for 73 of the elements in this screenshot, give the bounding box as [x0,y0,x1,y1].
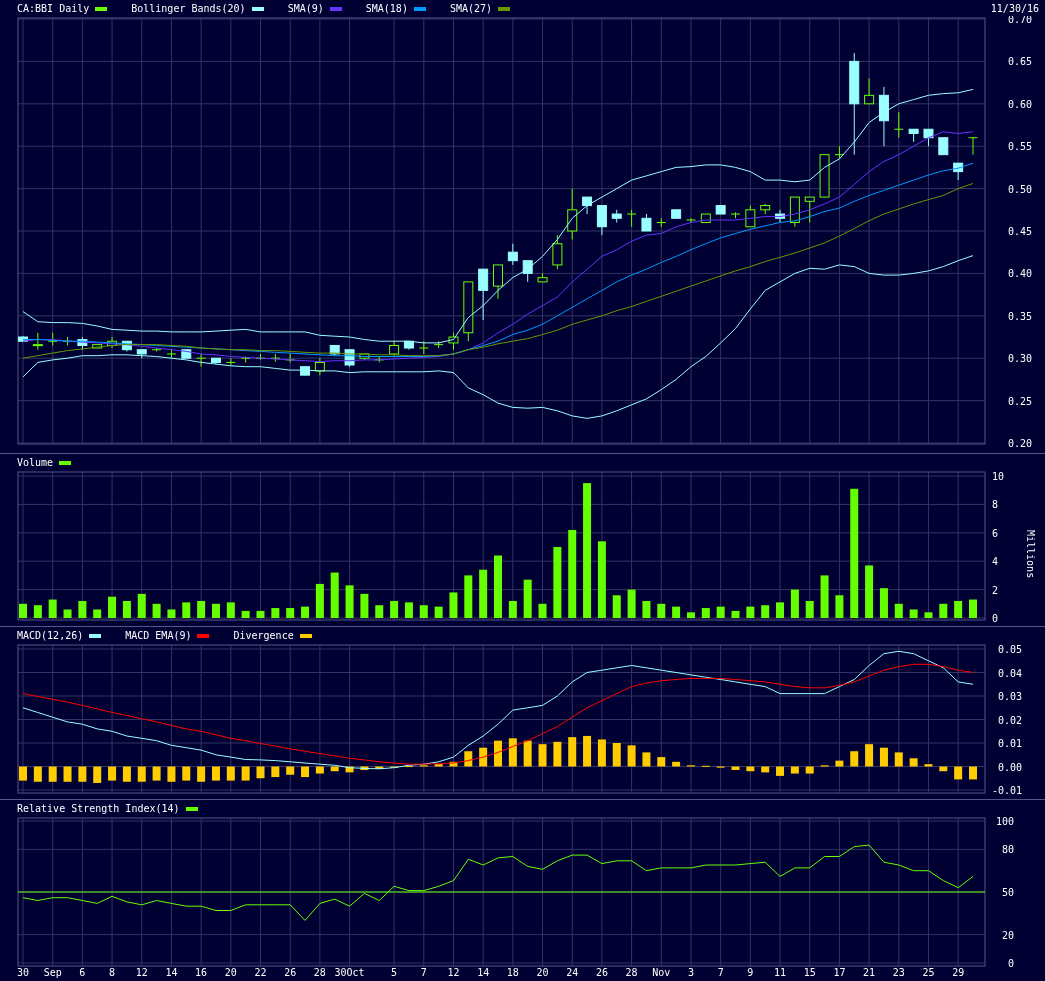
legend-label: Bollinger Bands(20) [131,3,246,14]
axis-title: Millions [1025,530,1036,579]
axis-label: 12 [447,967,460,978]
axis-label: 0.04 [997,667,1022,679]
axis-label: 21 [863,967,876,978]
legend-label: Divergence [233,630,294,641]
axis-label: 0.30 [1007,353,1032,365]
axis-label: 7 [717,967,724,978]
axis-label: 14 [477,967,490,978]
axis-label: 0.01 [997,738,1022,749]
axis-label: 0.60 [1007,98,1032,110]
legend-label: SMA(27) [449,3,493,14]
axis-label: 2 [992,584,999,596]
axis-label: 0.50 [1007,183,1032,195]
axis-label: 6 [992,527,999,539]
axis-label: 8 [109,967,116,978]
axis-label: 0 [992,613,999,624]
axis-label: 30Oct [334,967,365,978]
axis-label: 17 [833,967,846,978]
axis-label: Sep [43,967,62,978]
axis-label: 20 [1001,929,1014,941]
legend-label: SMA(9) [287,3,324,14]
axis-label: 14 [165,967,178,978]
axis-label: 0.55 [1007,141,1032,153]
axis-label: 28 [625,967,638,978]
axis-label: 10 [992,471,1005,482]
legend-label: MACD(12,26) [17,630,84,641]
legend-label: Volume [17,457,54,468]
axis-label: 5 [391,967,398,978]
axis-label: 0.20 [1007,438,1032,449]
axis-label: 0.02 [997,714,1022,726]
axis-label: 26 [284,967,297,978]
axis-label: 0 [1007,958,1014,969]
legend-label: SMA(18) [365,3,408,14]
axis-label: 16 [195,967,208,978]
axis-label: 15 [803,967,816,978]
axis-label: 8 [992,499,999,511]
axis-label: 3 [687,967,694,978]
legend-label: Relative Strength Index(14) [17,803,180,814]
legend-label: MACD EMA(9) [125,630,192,641]
axis-label: 0.45 [1007,226,1032,237]
axis-label: 0.00 [997,761,1022,773]
axis-label: 9 [747,967,754,978]
axis-label: 0.70 [1007,16,1032,25]
axis-label: 20 [536,967,549,978]
axis-label: 6 [79,967,86,978]
axis-label: 18 [506,967,519,978]
axis-label: 0.03 [997,691,1022,702]
axis-label: 0.25 [1007,395,1032,407]
axis-label: 29 [952,967,965,978]
axis-label: 80 [1001,844,1014,856]
axis-label: 25 [922,967,935,978]
axis-label: 4 [992,556,999,568]
axis-label: 24 [566,967,579,978]
axis-label: 0.40 [1007,268,1032,280]
axis-label: -0.01 [991,785,1022,796]
axis-label: 26 [595,967,608,978]
axis-label: 0.05 [997,644,1022,655]
axis-label: 0.35 [1007,310,1032,322]
axis-label: 30 [17,967,29,978]
axis-label: 7 [420,967,427,978]
axis-label: 12 [135,967,148,978]
axis-label: 100 [995,816,1014,827]
axis-label: 0.65 [1007,56,1032,68]
axis-label: 28 [313,967,326,978]
legend-label: CA:BBI Daily [17,3,90,14]
axis-label: Nov [652,967,671,978]
axis-label: 23 [892,967,905,978]
chart-date: 11/30/16 [990,3,1039,14]
axis-label: 20 [224,967,237,978]
axis-label: 22 [254,967,267,978]
axis-label: 11 [774,967,787,978]
axis-label: 50 [1001,887,1014,898]
